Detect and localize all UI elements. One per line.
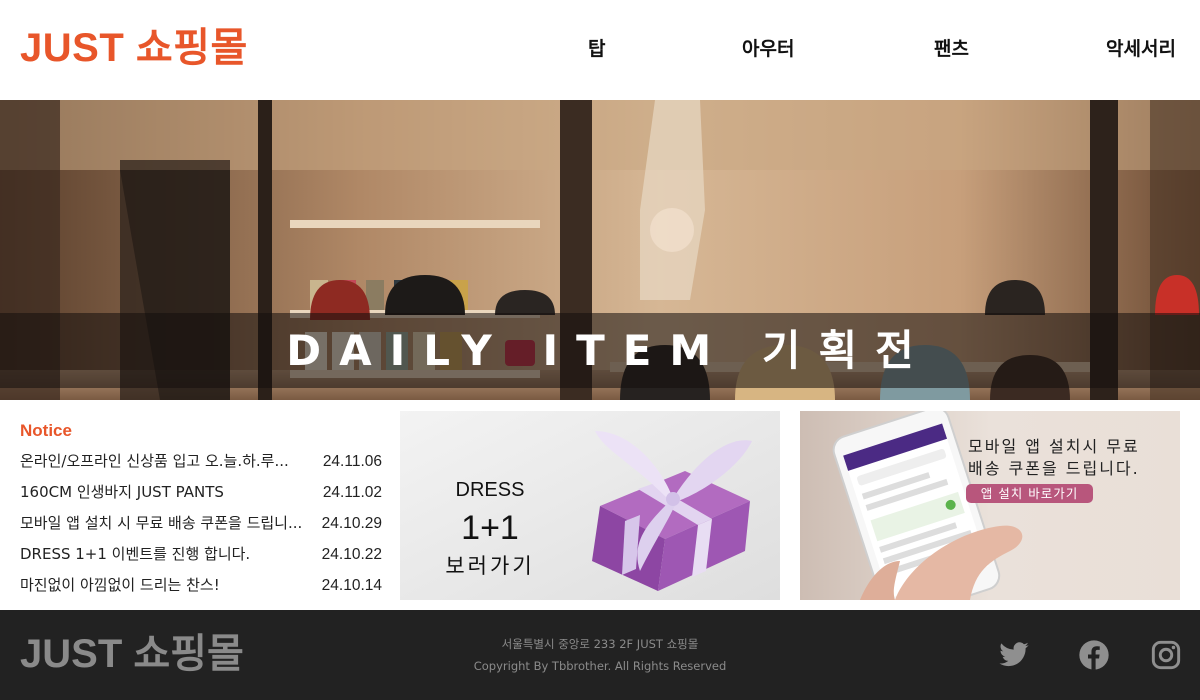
- dress-promo-banner[interactable]: DRESS 1+1 보러가기: [400, 411, 780, 600]
- notice-item-date: 24.10.22: [321, 546, 382, 563]
- notice-item-date: 24.10.29: [321, 515, 382, 532]
- nav-item-pants[interactable]: 팬츠: [934, 36, 969, 62]
- notice-board: Notice 온라인/오프라인 신상품 입고 오.늘.하.루... 24.11.…: [20, 412, 382, 601]
- dress-cta[interactable]: 보러가기: [435, 550, 545, 580]
- notice-item[interactable]: 마진없이 아낌없이 드리는 찬스! 24.10.14: [20, 570, 382, 601]
- app-install-button[interactable]: 앱 설치 바로가기: [966, 484, 1093, 503]
- notice-item[interactable]: 온라인/오프라인 신상품 입고 오.늘.하.루... 24.11.06: [20, 446, 382, 477]
- app-promo-text-1: 모바일 앱 설치시 무료: [968, 437, 1140, 456]
- notice-item-text[interactable]: 마진없이 아낌없이 드리는 찬스!: [20, 570, 310, 601]
- notice-item-date: 24.11.02: [322, 484, 382, 501]
- notice-item-text[interactable]: 모바일 앱 설치 시 무료 배송 쿠폰을 드립니...: [20, 508, 310, 539]
- notice-item-text[interactable]: 160CM 인생바지 JUST PANTS: [20, 477, 310, 508]
- app-promo-banner[interactable]: 모바일 앱 설치시 무료 배송 쿠폰을 드립니다. 앱 설치 바로가기: [800, 411, 1180, 600]
- notice-item[interactable]: 160CM 인생바지 JUST PANTS 24.11.02: [20, 477, 382, 508]
- notice-item-text[interactable]: 온라인/오프라인 신상품 입고 오.늘.하.루...: [20, 446, 310, 477]
- twitter-icon[interactable]: [998, 639, 1030, 671]
- notice-item-date: 24.11.06: [322, 453, 382, 470]
- facebook-icon[interactable]: [1078, 639, 1110, 671]
- notice-item-date: 24.10.14: [321, 577, 382, 594]
- notice-title: Notice: [20, 421, 72, 440]
- app-promo-text-2: 배송 쿠폰을 드립니다.: [968, 459, 1140, 478]
- nav-item-outer[interactable]: 아우터: [742, 36, 794, 62]
- site-footer: JUST 쇼핑몰 서울특별시 중앙로 233 2F JUST 쇼핑몰 Copyr…: [0, 610, 1200, 700]
- nav-item-accessories[interactable]: 악세서리: [1106, 36, 1176, 62]
- dress-label: DRESS: [455, 479, 525, 501]
- site-header: JUST 쇼핑몰 탑 아우터 팬츠 악세서리: [0, 0, 1200, 100]
- notice-item[interactable]: DRESS 1+1 이벤트를 진행 합니다. 24.10.22: [20, 539, 382, 570]
- notice-item-text[interactable]: DRESS 1+1 이벤트를 진행 합니다.: [20, 539, 310, 570]
- notice-item[interactable]: 모바일 앱 설치 시 무료 배송 쿠폰을 드립니... 24.10.29: [20, 508, 382, 539]
- hero-banner[interactable]: DAILY ITEM 기획전: [0, 100, 1200, 400]
- instagram-icon[interactable]: [1150, 639, 1182, 671]
- hero-title: DAILY ITEM 기획전: [286, 326, 932, 375]
- content-section: Notice 온라인/오프라인 신상품 입고 오.늘.하.루... 24.11.…: [0, 400, 1200, 610]
- dress-offer: 1+1: [461, 509, 519, 547]
- nav-item-top[interactable]: 탑: [588, 36, 605, 62]
- main-nav: 탑 아우터 팬츠 악세서리: [0, 36, 1200, 66]
